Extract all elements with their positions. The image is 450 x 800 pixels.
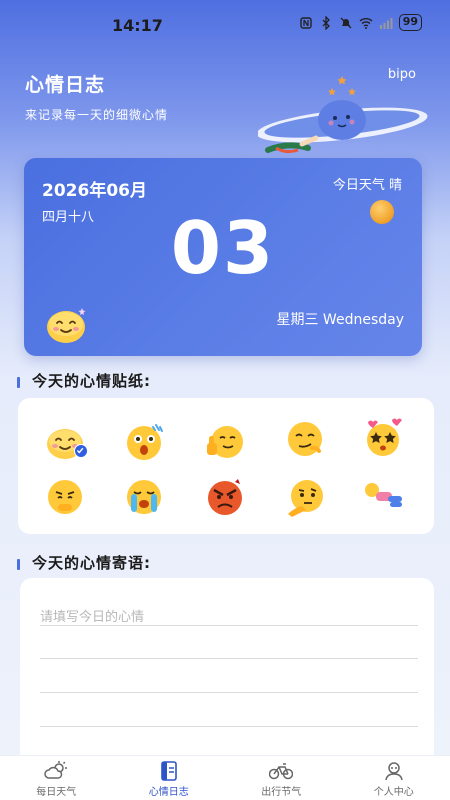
date-card: 2026年06月 四月十八 今日天气 晴 03 星期三 Wednesday (24, 158, 422, 356)
bicycle-icon (269, 763, 294, 780)
status-time: 14:17 (112, 16, 163, 35)
bottom-nav: 每日天气 心情日志 出行节气 个人中心 (0, 755, 450, 800)
nav-item-profile[interactable]: 个人中心 (338, 756, 450, 800)
nav-item-weather[interactable]: 每日天气 (0, 756, 113, 800)
person-icon (385, 762, 403, 781)
note-line (40, 625, 418, 626)
weather-text: 今日天气 晴 (332, 178, 402, 193)
status-bar: 14:17 99 (0, 0, 450, 46)
nav-label-journal: 心情日志 (148, 787, 189, 798)
mute-bell-icon (340, 17, 352, 28)
sticker-panel (18, 398, 434, 534)
status-icons: 99 (299, 14, 422, 31)
note-line (40, 692, 418, 693)
note-line (40, 726, 418, 727)
section-marker (17, 559, 20, 570)
star-eyes-face-icon[interactable] (362, 416, 404, 458)
smirk-face-icon[interactable] (284, 418, 326, 460)
nfc-icon (299, 16, 312, 29)
nav-label-profile: 个人中心 (373, 787, 414, 798)
page-title: 心情日志 (25, 74, 106, 96)
nav-item-journal[interactable]: 心情日志 (113, 756, 226, 800)
battery-indicator: 99 (398, 14, 422, 31)
note-panel (20, 578, 434, 778)
pleading-face-icon[interactable] (44, 476, 86, 518)
year-month: 2026年06月 (42, 181, 147, 201)
thinking-face-icon[interactable] (284, 476, 326, 518)
lying-down-figure-icon[interactable] (362, 476, 404, 518)
note-section-title: 今天的心情寄语: (32, 554, 151, 572)
journal-icon (160, 761, 177, 781)
stickers-section-title: 今天的心情贴纸: (32, 372, 151, 390)
bluetooth-icon (322, 15, 330, 30)
nav-label-weather: 每日天气 (36, 787, 77, 798)
note-line (40, 658, 418, 659)
wifi-icon (359, 17, 373, 29)
signal-icon (379, 17, 393, 29)
weather-cloud-sun-icon (44, 761, 68, 779)
crying-face-icon[interactable] (123, 476, 165, 518)
selected-check-icon (74, 444, 88, 458)
nav-item-travel[interactable]: 出行节气 (225, 756, 338, 800)
day-number: 03 (170, 206, 276, 290)
page-subtitle: 来记录每一天的细微心情 (25, 108, 169, 122)
app-screen: 14:17 99 心情日志 来记录每一天的细微心情 bipo 2026年06月 … (0, 0, 450, 800)
nav-label-travel: 出行节气 (261, 787, 302, 798)
mascot-illustration (258, 76, 428, 154)
thumbs-up-face-icon[interactable] (204, 421, 246, 463)
weekday-text: 星期三 Wednesday (276, 312, 404, 328)
section-marker (17, 377, 20, 388)
angry-face-icon[interactable] (204, 476, 246, 518)
happy-blush-face-icon (47, 308, 86, 343)
surprised-sweat-face-icon[interactable] (123, 421, 165, 463)
